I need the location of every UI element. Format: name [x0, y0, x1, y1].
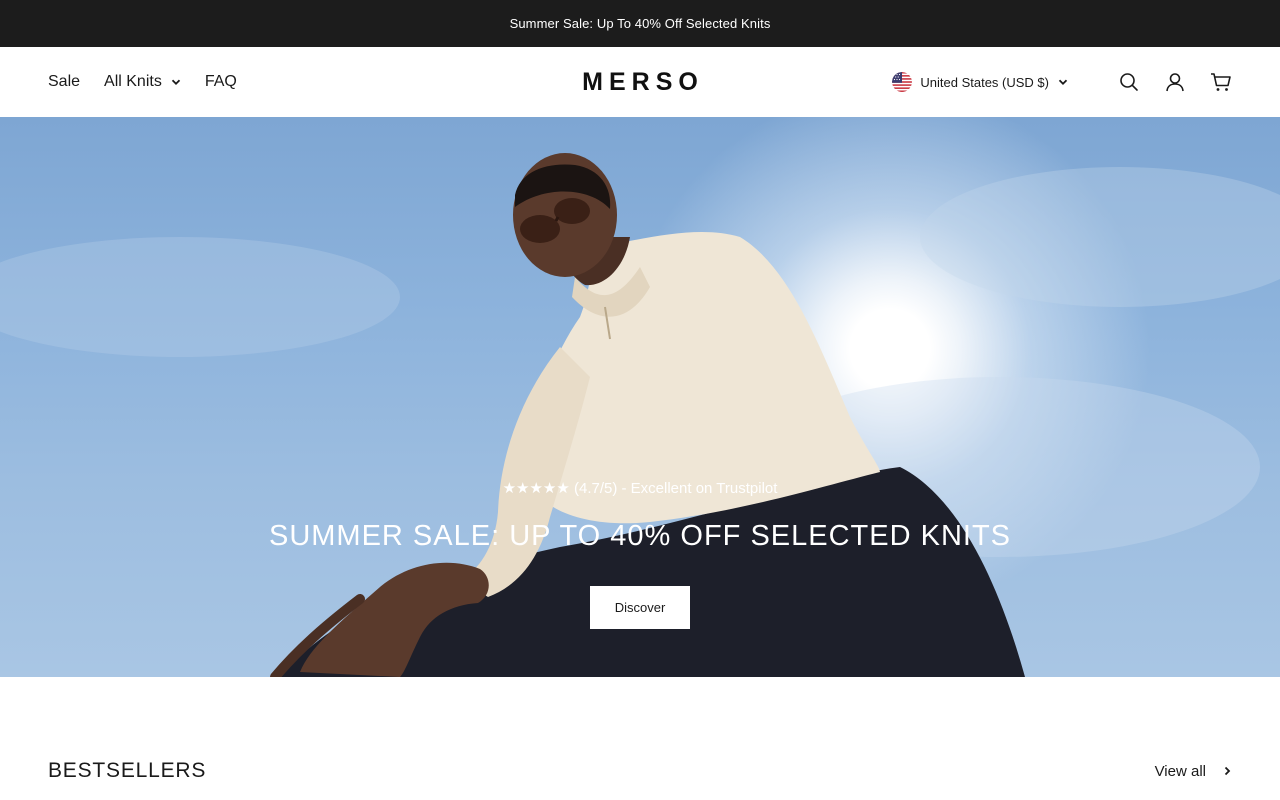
hero-title: SUMMER SALE: UP TO 40% OFF SELECTED KNIT… — [268, 520, 1011, 552]
main-nav: Sale All Knits FAQ — [48, 47, 237, 117]
us-flag-icon — [892, 72, 913, 92]
cart-icon — [1211, 73, 1231, 91]
nav-item-sale[interactable]: Sale — [48, 73, 80, 91]
site-header: Sale All Knits FAQ MERSO United States (… — [0, 47, 1280, 117]
nav-item-label: Sale — [48, 73, 81, 90]
trustpilot-rating: ★★★★★ (4.7/5) - Excellent on Trustpilot — [502, 480, 778, 497]
search-icon — [1120, 73, 1138, 91]
nav-item-label: All Knits — [104, 73, 162, 90]
bestsellers-header: BESTSELLERS View all — [48, 757, 1232, 785]
chevron-right-icon — [1224, 766, 1231, 776]
bestsellers-title: BESTSELLERS — [48, 759, 207, 782]
country-selector[interactable]: United States (USD $) — [892, 72, 1068, 92]
nav-item-label: FAQ — [204, 73, 237, 90]
country-label: United States (USD $) — [920, 74, 1049, 90]
chevron-down-icon — [1058, 79, 1068, 85]
search-button[interactable] — [1118, 71, 1140, 93]
brand-logo[interactable]: MERSO — [576, 47, 704, 117]
view-all-link[interactable]: View all — [1155, 763, 1232, 780]
account-button[interactable] — [1164, 71, 1186, 93]
announcement-text: Summer Sale: Up To 40% Off Selected Knit… — [509, 16, 771, 31]
cart-button[interactable] — [1210, 71, 1232, 93]
announcement-bar: Summer Sale: Up To 40% Off Selected Knit… — [0, 0, 1280, 47]
view-all-label: View all — [1154, 762, 1206, 780]
discover-button[interactable]: Discover — [590, 586, 690, 629]
nav-item-all-knits[interactable]: All Knits — [104, 73, 181, 91]
hero-content: ★★★★★ (4.7/5) - Excellent on Trustpilot … — [0, 117, 1280, 677]
chevron-down-icon — [171, 79, 180, 85]
account-icon — [1166, 73, 1184, 92]
nav-item-faq[interactable]: FAQ — [205, 73, 237, 91]
hero-banner: ★★★★★ (4.7/5) - Excellent on Trustpilot … — [0, 117, 1280, 677]
header-actions: United States (USD $) — [892, 47, 1232, 117]
